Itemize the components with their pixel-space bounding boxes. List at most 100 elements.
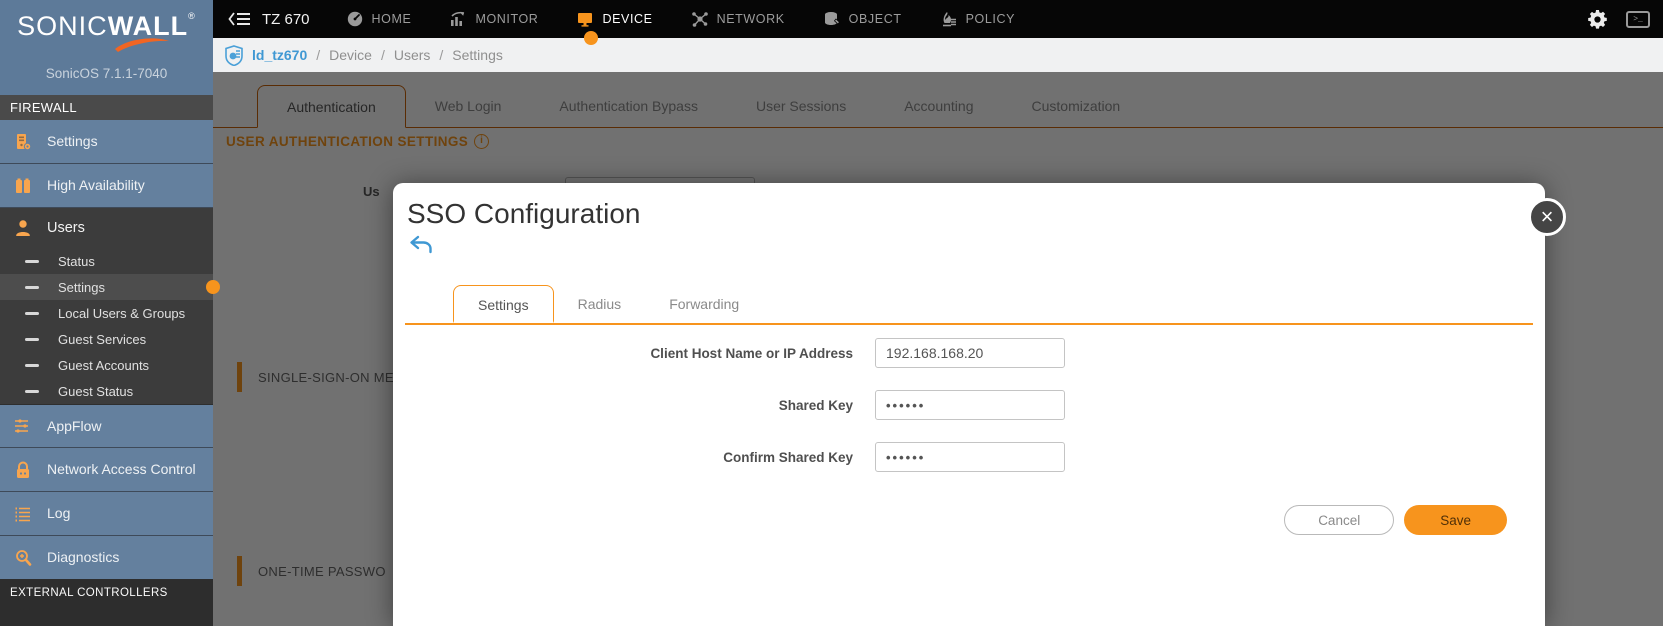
dialog-tab-radius[interactable]: Radius (554, 285, 646, 323)
sidebar-item-guest-services[interactable]: Guest Services (0, 326, 213, 352)
sidebar: SONICWALL® SonicOS 7.1.1-7040 FIREWALL S… (0, 0, 213, 626)
nav-item-label: HOME (372, 12, 412, 26)
user-icon (13, 218, 47, 238)
sidebar-item-label: Users (47, 220, 85, 236)
sidebar-item-label: Settings (58, 280, 105, 295)
brand-registered-mark: ® (188, 11, 196, 21)
save-button[interactable]: Save (1404, 505, 1507, 535)
dash-icon (25, 364, 39, 367)
sidebar-item-label: Settings (47, 133, 98, 150)
sidebar-item-label: Diagnostics (47, 549, 119, 566)
sidebar-item-network-access-control[interactable]: Network Access Control (0, 448, 213, 492)
dialog-title: SSO Configuration (407, 198, 640, 230)
dash-icon (25, 390, 39, 393)
nav-item-label: DEVICE (602, 12, 652, 26)
high-availability-icon (13, 176, 47, 196)
sidebar-item-users-status[interactable]: Status (0, 248, 213, 274)
client-host-input[interactable] (875, 338, 1065, 368)
nav-item-policy[interactable]: POLICY (940, 10, 1015, 28)
lock-icon (13, 460, 47, 480)
server-settings-icon (13, 132, 47, 152)
brand-logo: SONICWALL® SonicOS 7.1.1-7040 (0, 0, 213, 95)
sidebar-item-label: High Availability (47, 177, 145, 194)
appflow-icon (13, 416, 47, 436)
sonicwall-logo: SONICWALL® (17, 0, 196, 42)
dash-icon (25, 260, 39, 263)
sidebar-item-label: Guest Status (58, 384, 133, 399)
sidebar-item-users-settings[interactable]: Settings (0, 274, 213, 300)
monitor-chart-icon (449, 10, 467, 28)
sidebar-item-settings[interactable]: Settings (0, 120, 213, 164)
object-storage-icon (823, 10, 841, 28)
dialog-form: Client Host Name or IP Address Shared Ke… (393, 338, 1545, 494)
device-display-icon (576, 10, 594, 28)
topbar-right-icons: >_ (1587, 0, 1650, 38)
sidebar-item-label: Status (58, 254, 95, 269)
network-icon (691, 10, 709, 28)
sidebar-item-label: Guest Services (58, 332, 146, 347)
dialog-tab-forwarding[interactable]: Forwarding (645, 285, 763, 323)
sidebar-item-appflow[interactable]: AppFlow (0, 404, 213, 448)
breadcrumb-item-users[interactable]: Users (394, 47, 431, 63)
nav-item-monitor[interactable]: MONITOR (449, 10, 538, 28)
sso-configuration-dialog: SSO Configuration × Settings Radius Forw… (393, 183, 1545, 626)
device-model-label: TZ 670 (262, 11, 310, 28)
form-row: Shared Key (393, 390, 1545, 420)
nav-item-home[interactable]: HOME (346, 10, 412, 28)
firmware-version: SonicOS 7.1.1-7040 (0, 66, 213, 81)
dash-icon (25, 286, 39, 289)
selected-indicator-dot (206, 280, 220, 294)
breadcrumb-separator: / (316, 47, 320, 63)
dialog-tab-bar: Settings Radius Forwarding (405, 285, 1533, 325)
sidebar-item-guest-status[interactable]: Guest Status (0, 378, 213, 404)
sidebar-item-label: AppFlow (47, 418, 101, 435)
dash-icon (25, 338, 39, 341)
nav-item-object[interactable]: OBJECT (823, 10, 902, 28)
confirm-shared-key-label: Confirm Shared Key (393, 450, 853, 465)
nav-item-network[interactable]: NETWORK (691, 10, 785, 28)
active-nav-indicator-dot (584, 31, 598, 45)
breadcrumb-separator: / (439, 47, 443, 63)
sidebar-item-users[interactable]: Users (0, 208, 213, 248)
main-nav: HOME MONITOR DEVICE NETWORK OBJECT POLIC… (346, 10, 1016, 28)
nav-item-label: POLICY (966, 12, 1015, 26)
sidebar-item-label: Log (47, 505, 70, 522)
shared-key-input[interactable] (875, 390, 1065, 420)
sidebar-item-label: Network Access Control (47, 461, 196, 478)
terminal-icon[interactable]: >_ (1626, 11, 1650, 28)
shared-key-label: Shared Key (393, 398, 853, 413)
sidebar-item-guest-accounts[interactable]: Guest Accounts (0, 352, 213, 378)
confirm-shared-key-input[interactable] (875, 442, 1065, 472)
brand-light: SONIC (17, 11, 108, 41)
nav-item-device[interactable]: DEVICE (576, 10, 652, 28)
home-gauge-icon (346, 10, 364, 28)
app-root: SONICWALL® SonicOS 7.1.1-7040 FIREWALL S… (0, 0, 1663, 626)
breadcrumb: ld_tz670 / Device / Users / Settings (213, 38, 1663, 72)
log-icon (13, 504, 47, 524)
dialog-tab-settings[interactable]: Settings (453, 285, 554, 323)
logo-swoosh-icon (113, 37, 171, 53)
sidebar-item-diagnostics[interactable]: Diagnostics (0, 536, 213, 580)
dialog-buttons: Cancel Save (1284, 505, 1507, 535)
breadcrumb-separator: / (381, 47, 385, 63)
back-arrow-icon[interactable] (409, 235, 433, 259)
sidebar-item-label: Guest Accounts (58, 358, 149, 373)
sidebar-item-high-availability[interactable]: High Availability (0, 164, 213, 208)
sidebar-item-label: Local Users & Groups (58, 306, 185, 321)
cancel-button[interactable]: Cancel (1284, 505, 1394, 535)
collapse-menu-icon[interactable] (228, 11, 252, 27)
nav-item-label: OBJECT (849, 12, 902, 26)
sidebar-item-local-users-groups[interactable]: Local Users & Groups (0, 300, 213, 326)
breadcrumb-item-device[interactable]: Device (329, 47, 372, 63)
sidebar-item-log[interactable]: Log (0, 492, 213, 536)
policy-icon (940, 10, 958, 28)
form-row: Client Host Name or IP Address (393, 338, 1545, 368)
close-icon[interactable]: × (1528, 198, 1566, 236)
dash-icon (25, 312, 39, 315)
breadcrumb-root[interactable]: ld_tz670 (252, 47, 307, 63)
breadcrumb-item-settings[interactable]: Settings (452, 47, 503, 63)
form-row: Confirm Shared Key (393, 442, 1545, 472)
device-shield-icon (225, 45, 243, 66)
nav-item-label: MONITOR (475, 12, 538, 26)
settings-gear-icon[interactable] (1587, 9, 1608, 30)
